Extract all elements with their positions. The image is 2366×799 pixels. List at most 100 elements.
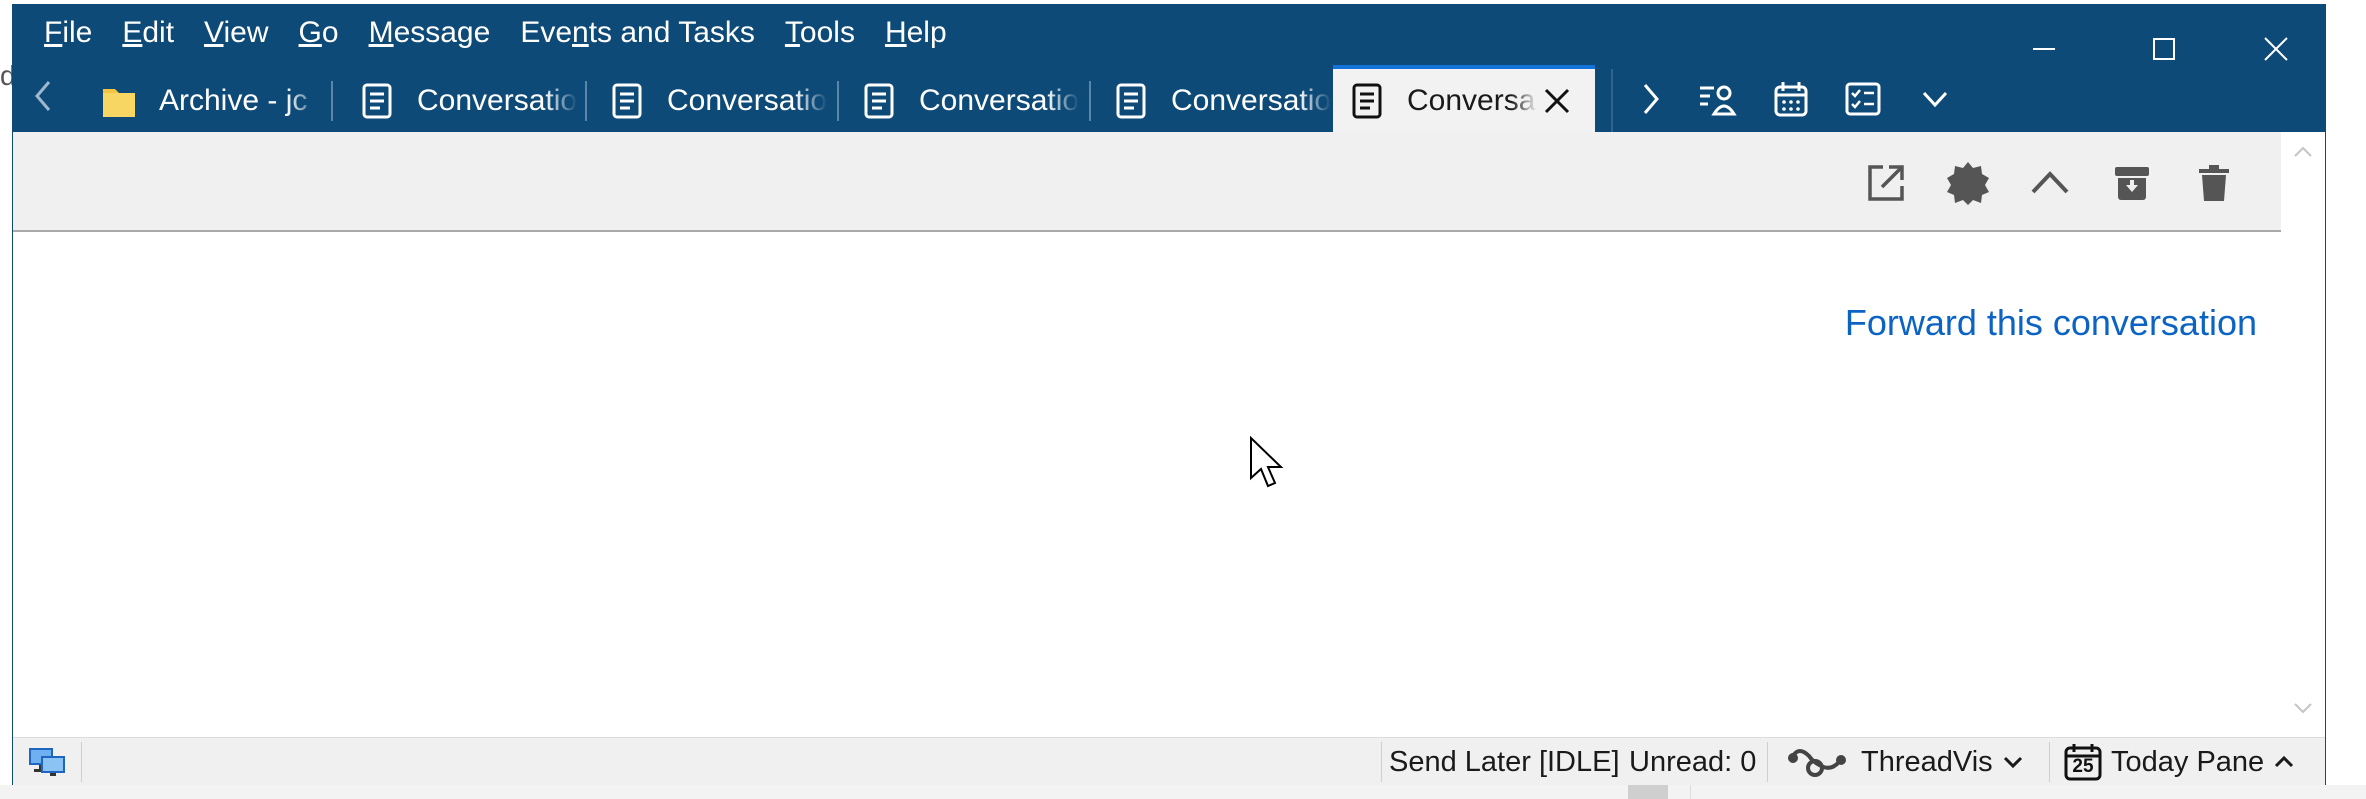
- tab-conversation[interactable]: Conversation: [593, 69, 827, 132]
- open-in-new-window-button[interactable]: [1853, 150, 1919, 216]
- scroll-up-icon[interactable]: [2291, 140, 2315, 164]
- menu-help[interactable]: Help: [870, 5, 962, 61]
- tab-separator: [1089, 81, 1091, 121]
- tasks-icon: [1845, 82, 1881, 116]
- thunderbird-window: File Edit View Go Message Events and Tas…: [12, 4, 2326, 785]
- today-date: 25: [2072, 756, 2094, 777]
- status-separator: [1767, 742, 1768, 782]
- chevron-down-icon: [2003, 756, 2022, 769]
- menu-go-label: o: [321, 16, 339, 49]
- chevron-left-icon: [35, 81, 51, 111]
- menu-file[interactable]: File: [29, 5, 107, 61]
- menu-edit[interactable]: Edit: [107, 5, 189, 61]
- chevron-up-icon: [2031, 171, 2069, 194]
- tab-close-button[interactable]: [1537, 81, 1577, 121]
- background-scrollbar-fragment: [1628, 785, 1668, 799]
- menu-file-label: ile: [62, 16, 93, 49]
- menu-tools-label: ools: [799, 16, 855, 49]
- collapse-button[interactable]: [2017, 150, 2083, 216]
- threadvis-button[interactable]: ThreadVis: [1785, 738, 2025, 786]
- tab-label: Conversation: [919, 83, 1079, 117]
- today-calendar-icon: 25: [2063, 742, 2103, 782]
- archive-button[interactable]: [2099, 150, 2165, 216]
- message-icon: [362, 83, 392, 118]
- background-divider: [1690, 785, 1691, 799]
- threadvis-label: ThreadVis: [1861, 745, 1993, 778]
- open-external-icon: [1868, 165, 1904, 201]
- threadvis-icon: [1788, 749, 1846, 777]
- tag-button[interactable]: [1935, 150, 2001, 216]
- close-icon: [2264, 37, 2288, 61]
- status-separator: [1381, 742, 1382, 782]
- message-icon: [612, 83, 642, 118]
- menu-go[interactable]: Go: [284, 5, 354, 61]
- tab-label: Conversation: [1171, 83, 1331, 117]
- folder-icon: [103, 88, 135, 117]
- list-all-tabs-button[interactable]: [1905, 69, 1965, 129]
- tab-scroll-right-button[interactable]: [1621, 69, 1681, 129]
- menu-file-accel: F: [44, 16, 63, 49]
- tab-conversation[interactable]: Conversation: [845, 69, 1079, 132]
- chevron-up-icon: [2275, 755, 2294, 768]
- calendar-button[interactable]: [1761, 69, 1821, 129]
- message-icon: [1352, 83, 1382, 118]
- conversation-content: Forward this conversation: [13, 234, 2281, 737]
- background-window-edge: [2326, 0, 2366, 799]
- status-bar: Send Later [IDLE] Unread: 0 ThreadVis 25…: [13, 737, 2325, 785]
- status-separator: [81, 742, 82, 782]
- tab-conversation[interactable]: Conversation: [1097, 69, 1331, 132]
- menu-events-label-pre: Eve: [520, 16, 573, 49]
- status-separator: [2049, 742, 2050, 782]
- today-pane-label: Today Pane: [2111, 745, 2265, 778]
- vertical-scrollbar[interactable]: [2281, 132, 2325, 737]
- close-icon: [1544, 88, 1570, 113]
- tab-label: Conversation: [417, 83, 577, 117]
- menu-events-and-tasks[interactable]: Events and Tasks: [505, 5, 770, 61]
- tab-scroll-left-button[interactable]: [19, 71, 67, 121]
- menu-tools[interactable]: Tools: [770, 5, 870, 61]
- menu-help-accel: H: [884, 16, 907, 49]
- tab-separator: [331, 81, 333, 121]
- mouse-cursor-icon: [1250, 436, 1284, 488]
- menu-bar: File Edit View Go Message Events and Tas…: [13, 5, 962, 61]
- chevron-down-icon: [1922, 91, 1948, 108]
- online-status-button[interactable]: [25, 738, 69, 786]
- delete-button[interactable]: [2181, 150, 2247, 216]
- menu-message[interactable]: Message: [354, 5, 506, 61]
- chevron-right-icon: [1643, 84, 1659, 114]
- unread-count: Unread: 0: [1629, 745, 1757, 778]
- today-pane-button[interactable]: 25 Today Pane: [2063, 738, 2296, 786]
- address-book-icon: [1700, 85, 1737, 116]
- tab-conversation[interactable]: Conversation: [343, 69, 577, 132]
- tab-label: Conversation: [1407, 83, 1537, 117]
- maximize-icon: [2153, 38, 2175, 60]
- tab-label: Conversation: [667, 83, 827, 117]
- menu-events-accel: n: [572, 16, 589, 49]
- tab-separator: [585, 81, 587, 121]
- message-header-toolbar: [13, 132, 2281, 232]
- online-status-icon: [29, 748, 65, 776]
- menu-edit-label: dit: [142, 16, 175, 49]
- menu-help-label: elp: [906, 16, 947, 49]
- tag-icon: [1947, 162, 1989, 205]
- address-book-button[interactable]: [1687, 69, 1747, 129]
- tab-label: Archive - jc: [159, 83, 308, 117]
- minimize-icon: [2033, 48, 2055, 50]
- menu-message-accel: M: [368, 16, 394, 49]
- menu-view[interactable]: View: [189, 5, 283, 61]
- message-icon: [1116, 83, 1146, 118]
- tasks-button[interactable]: [1833, 69, 1893, 129]
- menu-view-accel: V: [204, 16, 224, 49]
- send-later-status: Send Later [IDLE]: [1389, 745, 1620, 778]
- scroll-down-icon[interactable]: [2291, 696, 2315, 720]
- menu-edit-accel: E: [122, 16, 143, 49]
- tab-strip: Archive - jc Conversation Conversation C…: [13, 61, 2325, 132]
- message-icon: [864, 83, 894, 118]
- title-bar: File Edit View Go Message Events and Tas…: [13, 5, 2325, 132]
- background-window-below: [0, 785, 2366, 799]
- forward-conversation-link[interactable]: Forward this conversation: [1845, 302, 2257, 344]
- calendar-icon: [1774, 82, 1808, 117]
- tab-conversation-selected[interactable]: Conversation: [1333, 65, 1595, 132]
- tab-strip-divider: [1611, 69, 1613, 132]
- tab-archive[interactable]: Archive - jc: [85, 69, 319, 132]
